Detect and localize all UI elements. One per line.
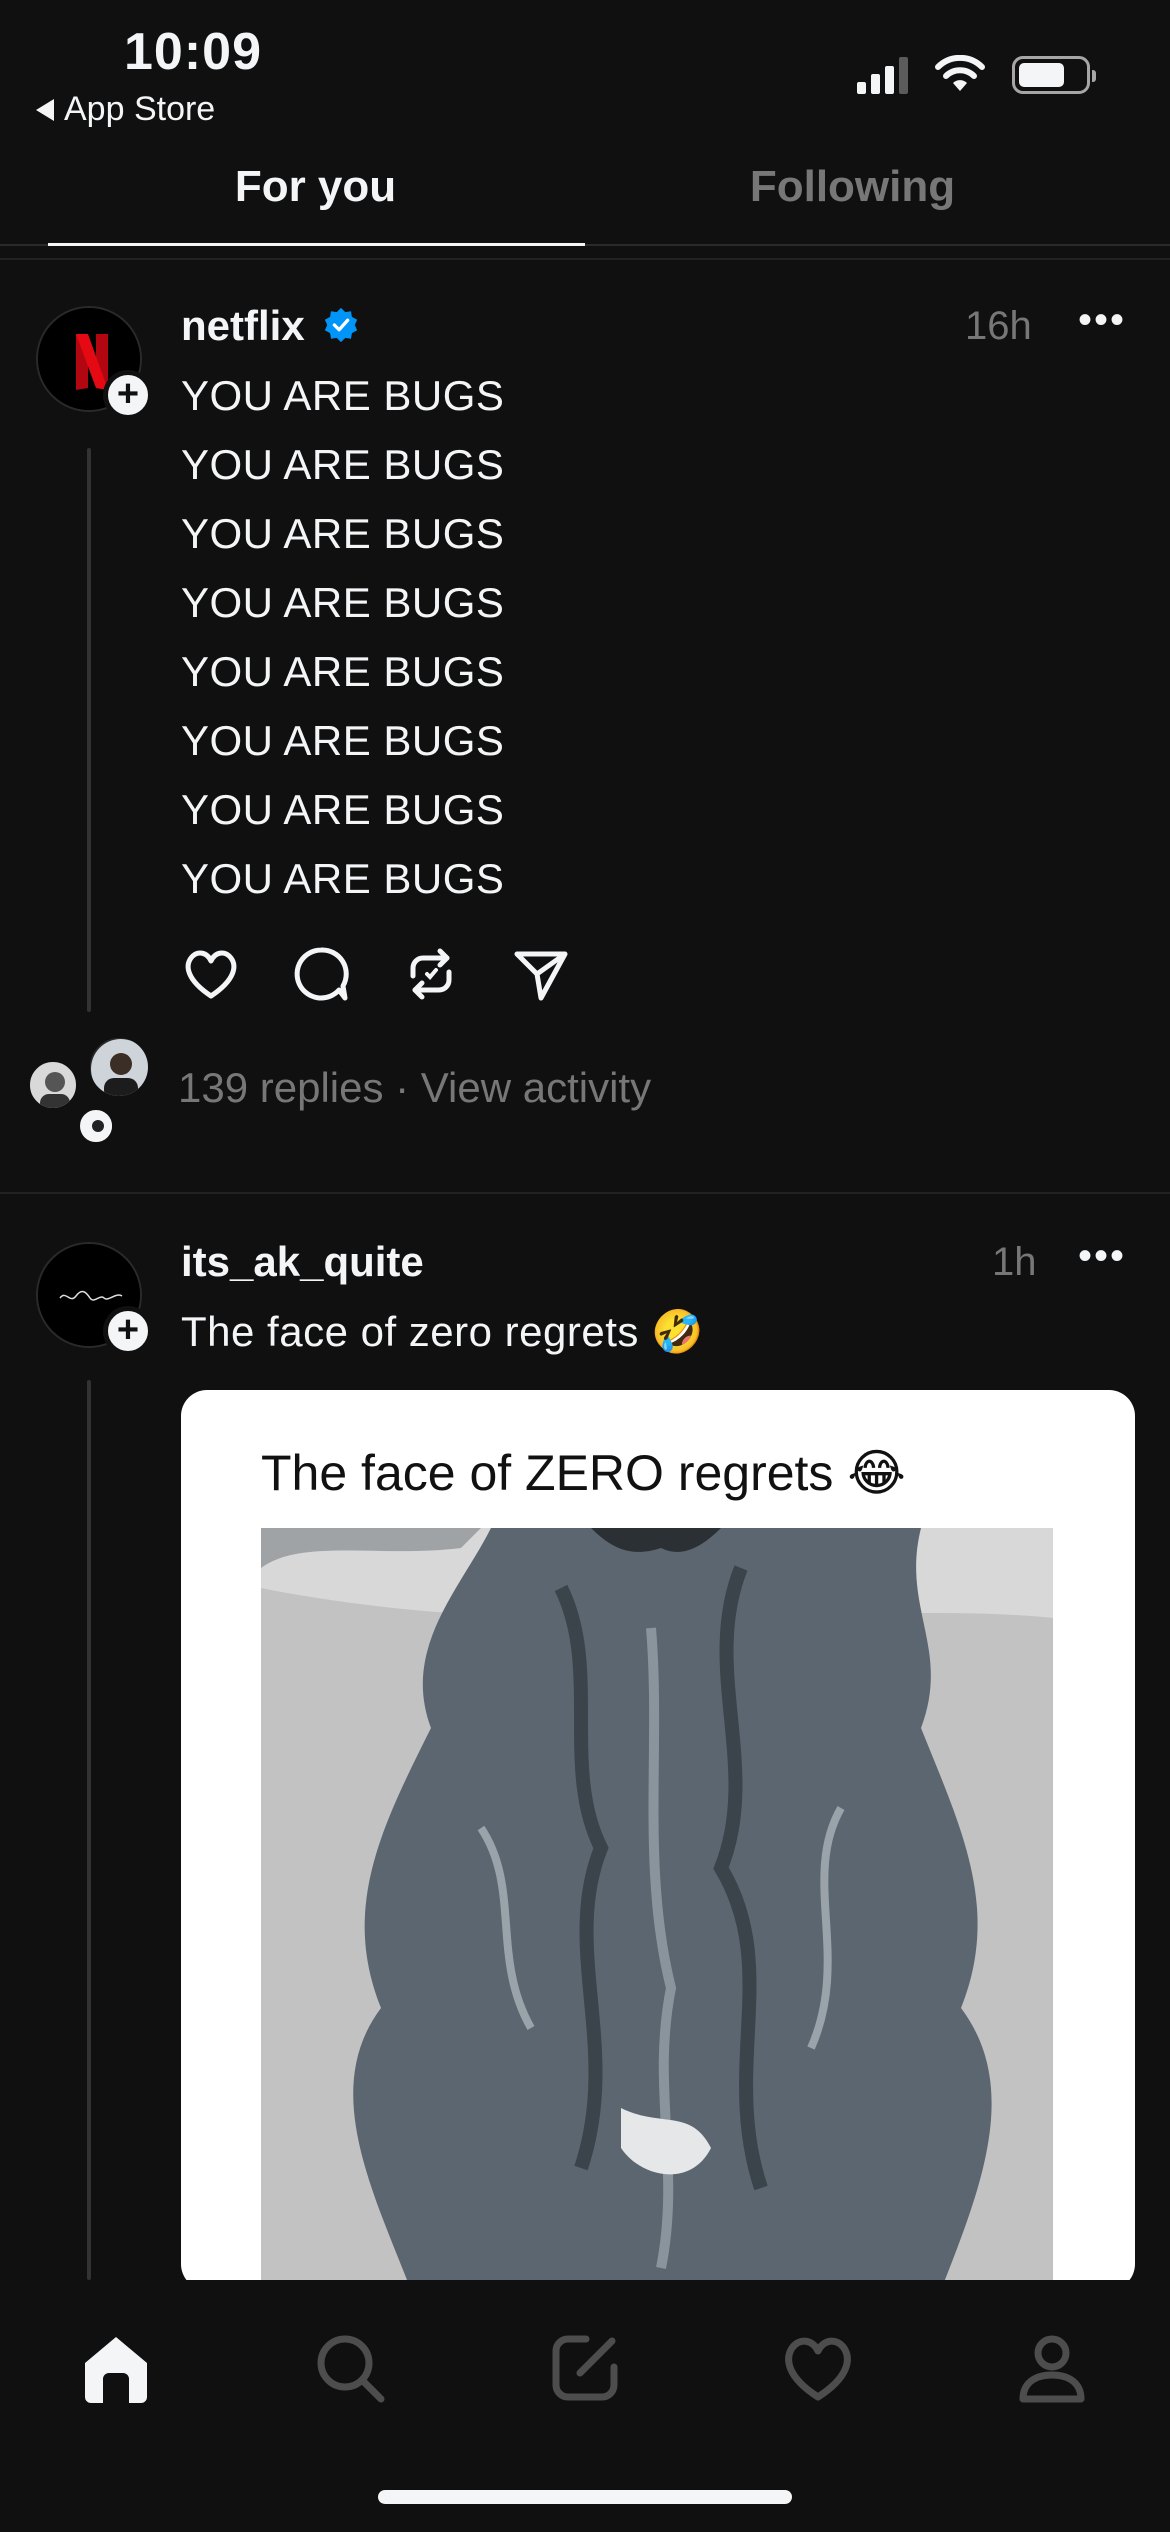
thread-line [87,448,91,1012]
separator-dot: · [383,1064,421,1111]
media-caption: The face of ZERO regrets 😂 [261,1445,906,1501]
post-text-line: YOU ARE BUGS [181,372,505,419]
repost-icon[interactable] [401,944,461,1004]
nav-search[interactable] [302,2320,398,2416]
verified-badge-icon [325,307,358,343]
dog-photo [261,1528,1053,2290]
view-activity-link[interactable]: View activity [421,1064,651,1111]
replier-avatar [28,1060,78,1110]
status-time: 10:09 [124,23,262,81]
post-text-line: YOU ARE BUGS [181,717,505,764]
status-icons [857,55,1096,95]
wifi-icon [935,55,985,91]
replier-avatar [78,1108,114,1144]
post-text-line: YOU ARE BUGS [181,579,505,626]
cellular-signal-icon [857,56,908,94]
replier-avatar [88,1036,150,1098]
share-icon[interactable] [511,944,571,1004]
activity-heart-icon [785,2337,851,2401]
username-text: netflix [181,302,305,349]
profile-icon [1019,2335,1085,2403]
follow-plus-button[interactable]: + [103,1306,153,1356]
tab-for-you[interactable]: For you [48,162,583,212]
more-options-button[interactable]: ••• [1078,1234,1126,1279]
post-text-line: YOU ARE BUGS [181,855,505,902]
feed-tabs: For you Following [0,150,1170,246]
replies-activity[interactable]: 139 replies · View activity [178,1064,651,1112]
home-icon [85,2337,147,2403]
search-icon [317,2335,385,2403]
back-arrow-icon [36,98,54,121]
battery-icon [1012,56,1096,94]
more-options-button[interactable]: ••• [1078,298,1126,343]
nav-compose[interactable] [537,2320,633,2416]
post-media-card[interactable]: The face of ZERO regrets 😂 [181,1390,1135,2290]
compose-icon [552,2335,618,2401]
back-label: App Store [64,90,216,128]
nav-home[interactable] [68,2320,164,2416]
divider [0,258,1170,260]
active-tab-indicator [48,243,585,246]
follow-plus-button[interactable]: + [103,370,153,420]
thread-line [87,1380,91,2280]
post-text-line: YOU ARE BUGS [181,648,505,695]
post-divider [0,1192,1170,1194]
post-time: 1h [992,1240,1037,1284]
heart-icon[interactable] [181,944,241,1004]
post-username[interactable]: its_ak_quite [181,1238,424,1286]
post-text: The face of zero regrets 🤣 [181,1308,704,1355]
post-text-line: YOU ARE BUGS [181,510,505,557]
replies-count[interactable]: 139 replies [178,1064,383,1111]
home-indicator [378,2490,792,2504]
post-text-line: YOU ARE BUGS [181,786,505,833]
tab-following[interactable]: Following [585,162,1120,212]
post-time: 16h [965,304,1032,348]
back-to-app-store[interactable]: App Store [36,90,215,129]
nav-activity[interactable] [770,2320,866,2416]
post-text-line: YOU ARE BUGS [181,441,505,488]
post-username[interactable]: netflix [181,302,360,350]
post-actions [181,944,571,1004]
comment-icon[interactable] [291,944,351,1004]
nav-profile[interactable] [1004,2320,1100,2416]
